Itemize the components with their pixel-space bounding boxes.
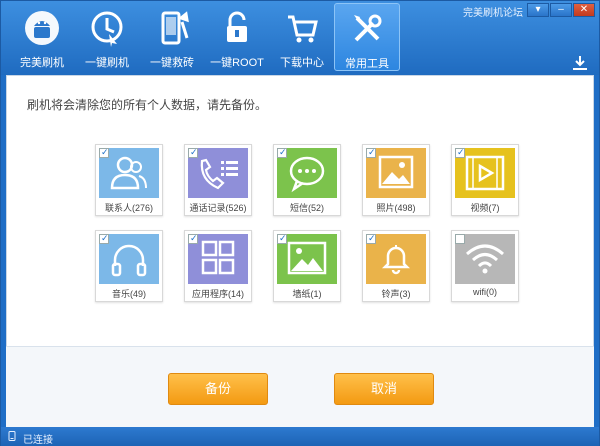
window-controls: ▾ – ✕: [527, 3, 595, 17]
menu-dropdown-button[interactable]: ▾: [527, 3, 549, 17]
header-bar: 完美刷机论坛 ▾ – ✕ 完美刷机 一键刷机 一键救砖 一键ROOT 下载中心 …: [1, 1, 599, 75]
backup-notice: 刷机将会清除您的所有个人数据，请先备份。: [27, 98, 268, 112]
backup-item-wallpaper[interactable]: ✓ 墙纸(1): [273, 230, 341, 302]
item-checkbox[interactable]: ✓: [99, 147, 109, 158]
nav-item-one-click-flash[interactable]: 一键刷机: [74, 3, 140, 71]
minimize-button[interactable]: –: [550, 3, 572, 17]
nav-item-flash[interactable]: 完美刷机: [9, 3, 75, 71]
forum-link[interactable]: 完美刷机论坛: [463, 4, 523, 19]
nav-item-tools[interactable]: 常用工具: [334, 3, 400, 71]
app-window: 完美刷机论坛 ▾ – ✕ 完美刷机 一键刷机 一键救砖 一键ROOT 下载中心 …: [0, 0, 600, 446]
action-bar: 备份 取消: [6, 347, 594, 427]
item-label: 联系人(276): [104, 203, 153, 213]
tools-icon: [354, 14, 382, 42]
item-label: 铃声(3): [381, 289, 411, 299]
one-click-flash-icon: [91, 11, 123, 47]
close-button[interactable]: ✕: [573, 3, 595, 17]
backup-item-ringtone[interactable]: ✓ 铃声(3): [362, 230, 430, 302]
backup-item-call-log[interactable]: ✓ 通话记录(526): [184, 144, 252, 216]
nav-label: 一键ROOT: [210, 57, 264, 69]
item-label: 短信(52): [289, 203, 324, 213]
item-checkbox[interactable]: ✓: [277, 233, 287, 244]
android-icon: [25, 11, 59, 45]
backup-item-photos[interactable]: ✓ 照片(498): [362, 144, 430, 216]
cart-icon: [288, 15, 318, 43]
item-checkbox[interactable]: [455, 234, 465, 244]
backup-item-videos[interactable]: ✓ 视频(7): [451, 144, 519, 216]
item-checkbox[interactable]: ✓: [188, 233, 198, 244]
item-label: 视频(7): [470, 203, 500, 213]
nav-label: 完美刷机: [20, 57, 64, 69]
item-checkbox[interactable]: ✓: [366, 233, 376, 244]
status-bar: 已连接: [1, 427, 599, 446]
nav-label: 一键救砖: [150, 57, 194, 69]
nav-label: 常用工具: [345, 58, 389, 70]
item-label: 通话记录(526): [189, 203, 247, 213]
nav-label: 下载中心: [280, 57, 324, 69]
nav-label: 一键刷机: [85, 57, 129, 69]
phone-connected-icon: [8, 431, 16, 441]
item-label: 墙纸(1): [292, 289, 322, 299]
download-icon[interactable]: [571, 55, 589, 71]
item-label: wifi(0): [473, 287, 497, 297]
backup-item-contacts[interactable]: ✓ 联系人(276): [95, 144, 163, 216]
backup-item-music[interactable]: ✓ 音乐(49): [95, 230, 163, 302]
item-checkbox[interactable]: ✓: [366, 147, 376, 158]
backup-item-apps[interactable]: ✓ 应用程序(14): [184, 230, 252, 302]
item-checkbox[interactable]: ✓: [188, 147, 198, 158]
backup-item-sms[interactable]: ✓ 短信(52): [273, 144, 341, 216]
connection-status: 已连接: [23, 435, 53, 446]
item-label: 应用程序(14): [191, 289, 244, 299]
nav-item-repair[interactable]: 一键救砖: [139, 3, 205, 71]
backup-button[interactable]: 备份: [168, 373, 268, 405]
item-checkbox[interactable]: ✓: [277, 147, 287, 158]
backup-item-wifi[interactable]: wifi(0): [451, 230, 519, 302]
phone-repair-icon: [161, 11, 189, 45]
item-label: 音乐(49): [111, 289, 146, 299]
unlock-icon: [227, 11, 247, 42]
nav-item-download[interactable]: 下载中心: [269, 3, 335, 71]
nav-item-root[interactable]: 一键ROOT: [204, 3, 270, 71]
main-nav: 完美刷机 一键刷机 一键救砖 一键ROOT 下载中心 常用工具: [9, 3, 400, 71]
item-checkbox[interactable]: ✓: [455, 147, 465, 158]
item-label: 照片(498): [376, 203, 416, 213]
item-checkbox[interactable]: ✓: [99, 233, 109, 244]
cancel-button[interactable]: 取消: [334, 373, 434, 405]
